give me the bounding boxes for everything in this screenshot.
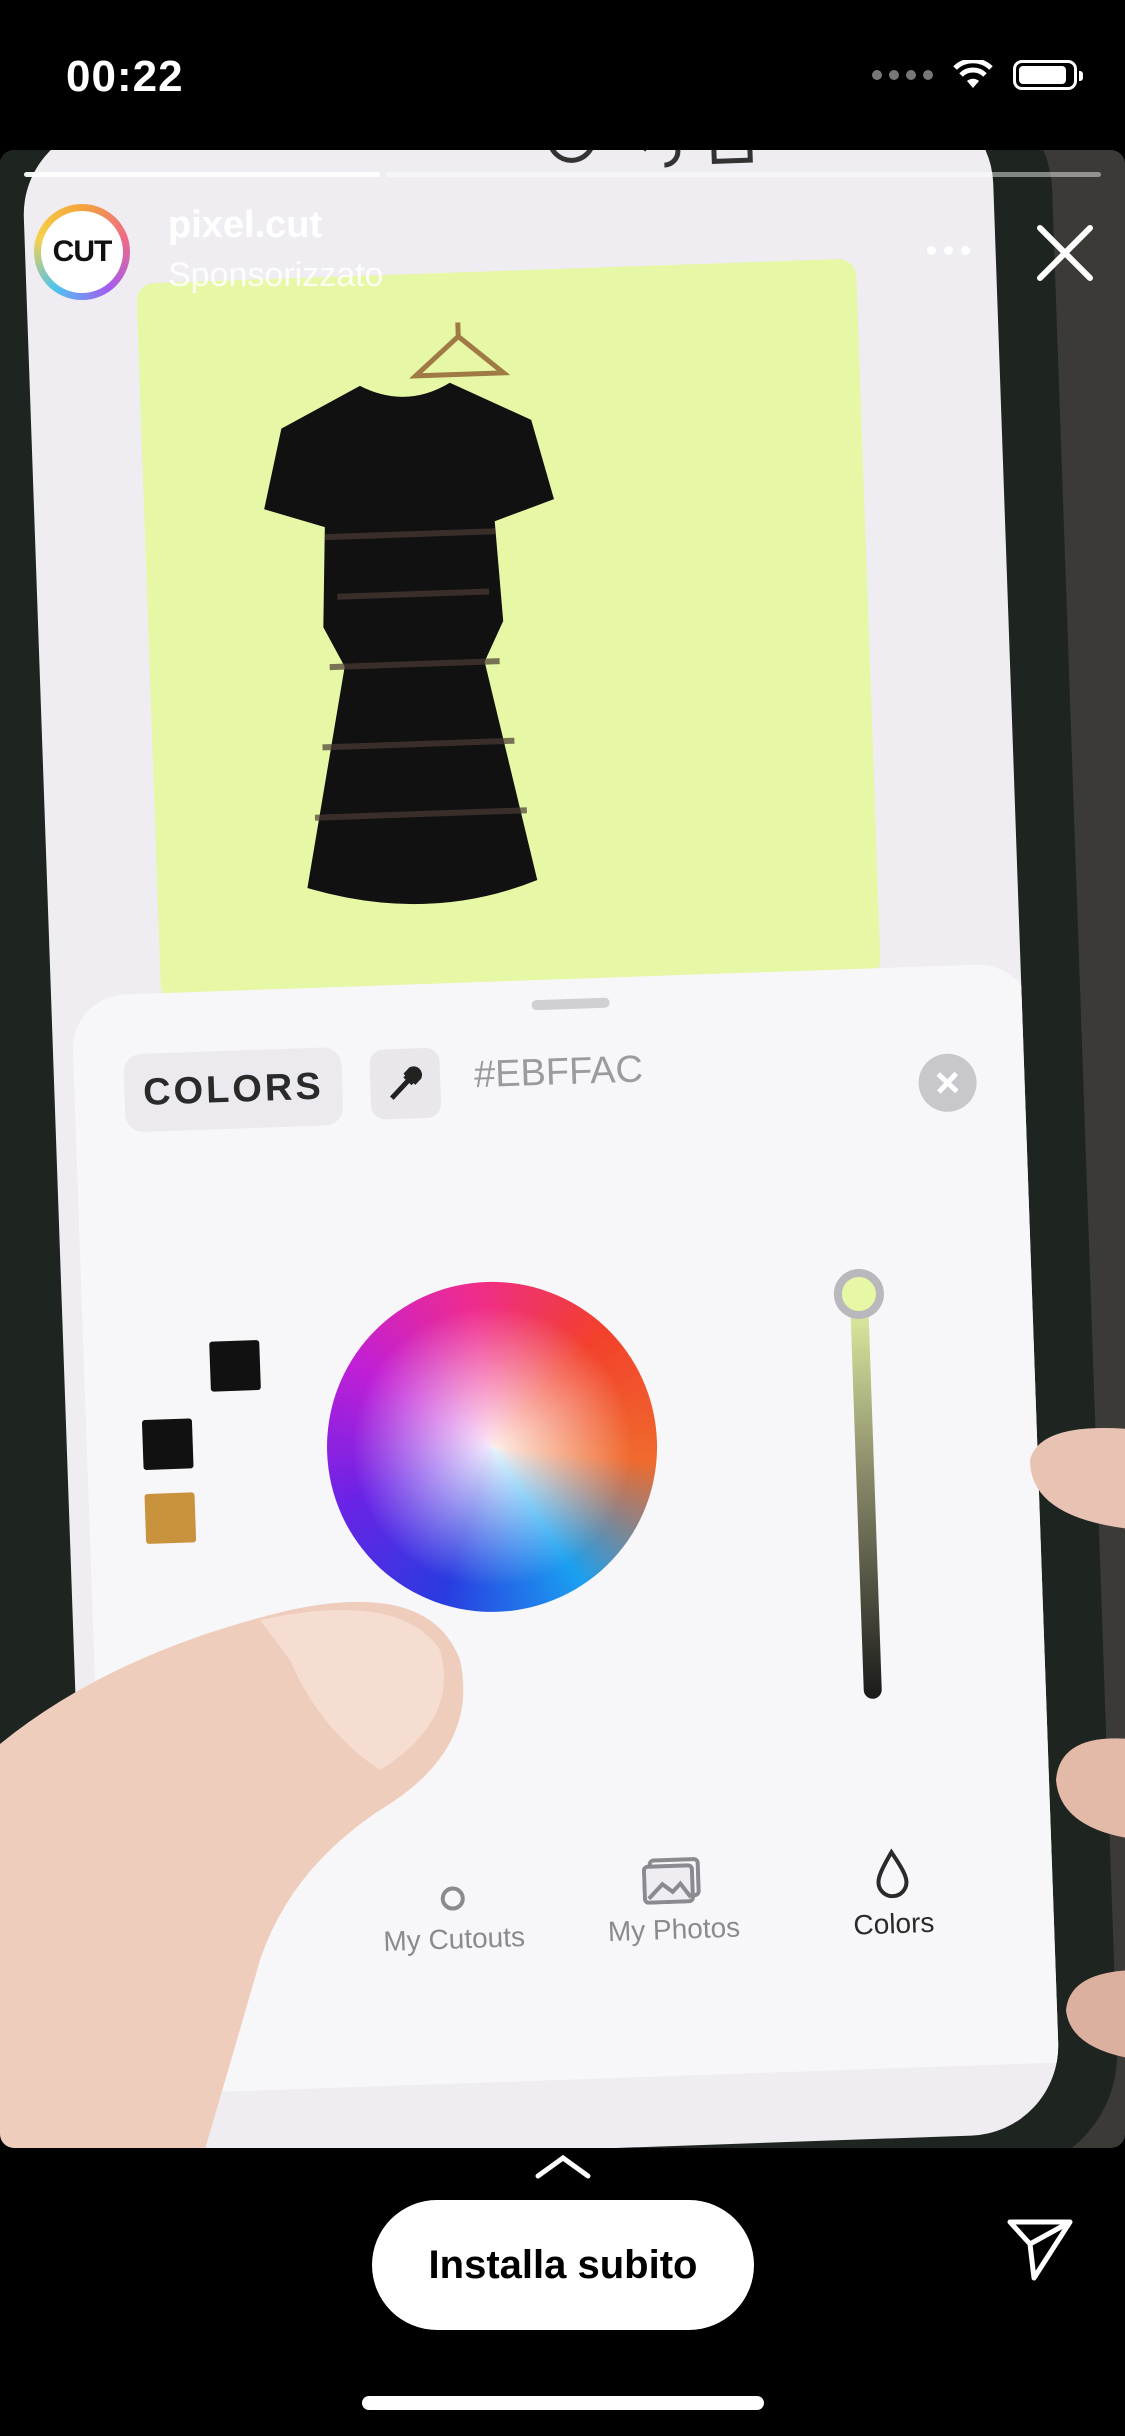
story-progress-segment — [24, 172, 380, 177]
brightness-slider-knob[interactable] — [833, 1268, 885, 1320]
thumb-image — [0, 1601, 464, 2148]
sheet-grabber[interactable] — [531, 997, 610, 1011]
avatar[interactable]: CUT — [34, 204, 130, 300]
wifi-icon — [953, 60, 993, 88]
story-video[interactable]: COLORS #EBFFAC My Cutouts My Photos Colo… — [0, 150, 1125, 2148]
battery-icon — [1013, 60, 1083, 90]
undo-icon — [628, 150, 681, 168]
close-icon — [936, 1071, 959, 1094]
status-icons — [872, 60, 1083, 90]
sheet-close-button[interactable] — [917, 1052, 978, 1113]
brightness-slider[interactable] — [849, 1288, 883, 1700]
eyedropper-icon — [389, 1066, 423, 1100]
more-icon — [926, 245, 936, 255]
tab-colors[interactable]: Colors — [791, 1845, 994, 1944]
signal-dots-icon — [872, 70, 933, 80]
dress-image — [264, 382, 554, 905]
send-icon[interactable] — [1004, 2212, 1076, 2284]
status-time: 00:22 — [66, 52, 184, 101]
hex-input[interactable]: #EBFFAC — [473, 1048, 643, 1097]
drop-icon — [876, 1848, 909, 1899]
install-now-button[interactable]: Installa subito — [372, 2200, 754, 2330]
story-progress-segment — [386, 172, 1101, 177]
color-wheel[interactable] — [321, 1276, 663, 1618]
fingers-image — [1030, 1428, 1125, 2058]
color-swatch[interactable] — [209, 1339, 261, 1392]
colors-title-chip: COLORS — [123, 1046, 344, 1133]
target-icon — [546, 150, 596, 163]
tab-label: Colors — [852, 1906, 935, 1941]
close-icon[interactable] — [1030, 218, 1100, 288]
chevron-up-icon[interactable] — [534, 2152, 592, 2182]
home-indicator — [362, 2396, 764, 2410]
color-swatch[interactable] — [144, 1492, 197, 1545]
sponsored-label: Sponsorizzato — [168, 256, 384, 294]
video-toolbar — [546, 150, 753, 168]
avatar-logo: CUT — [41, 211, 123, 293]
share-icon — [710, 150, 753, 164]
account-name[interactable]: pixel.cut — [168, 204, 322, 247]
eyedropper-button[interactable] — [369, 1047, 442, 1120]
color-swatch[interactable] — [141, 1418, 194, 1471]
more-options-button[interactable] — [918, 230, 978, 270]
